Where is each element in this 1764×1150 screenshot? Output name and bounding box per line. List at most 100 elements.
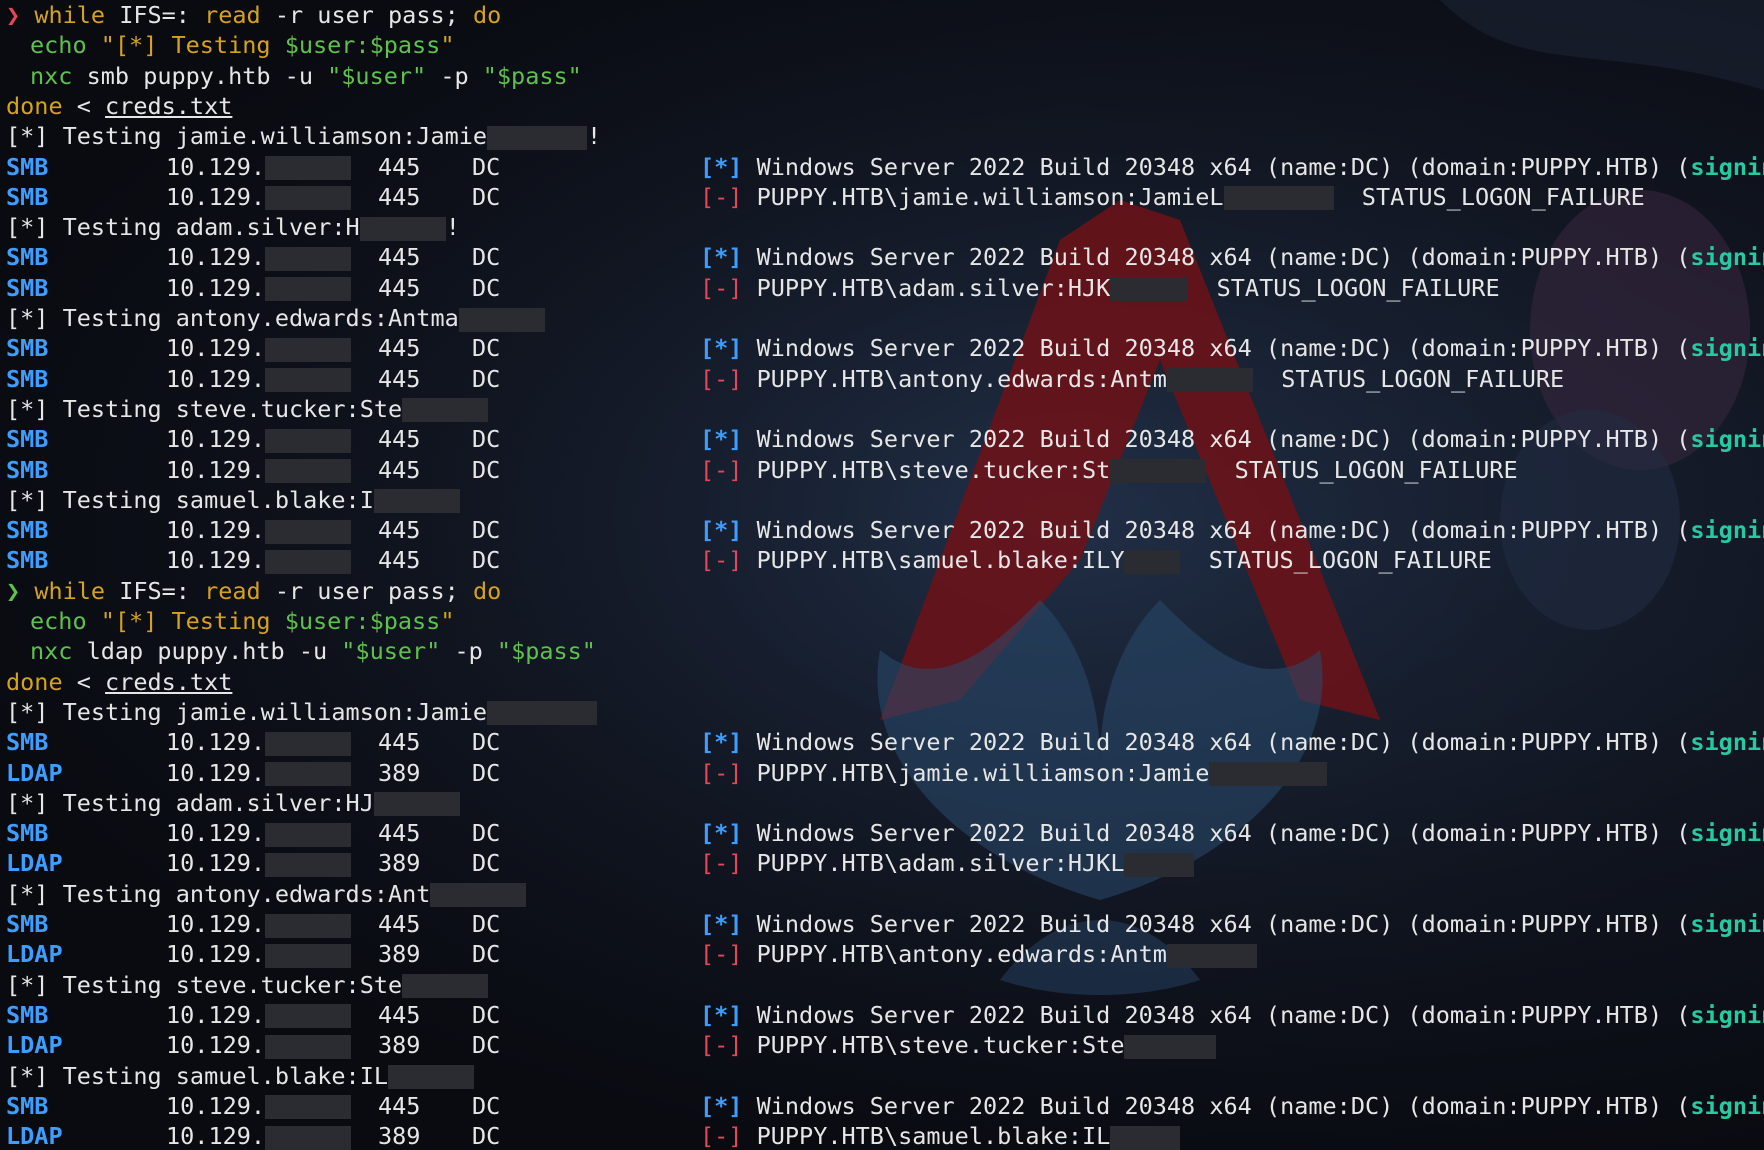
column: 445 — [378, 182, 420, 212]
terminal-line: [*] Testing samuel.blake:I — [0, 485, 1764, 515]
failed-credential: PUPPY.HTB\adam.silver:HJKL — [756, 849, 1125, 878]
redacted-block — [265, 246, 352, 271]
column: 445 — [378, 515, 420, 545]
column: done < creds.txt — [6, 91, 232, 121]
ip-address: 10.129. — [166, 334, 266, 363]
protocol-tag: SMB — [6, 182, 49, 211]
column: SMB — [6, 1000, 48, 1030]
ip-address: 10.129. — [166, 152, 266, 181]
terminal-line: [*] Testing jamie.williamson:Jamie! — [0, 121, 1764, 151]
column: [-] PUPPY.HTB\antony.edwards:Antm — [700, 939, 1257, 969]
column: DC — [472, 242, 500, 272]
column: 10.129. — [166, 273, 352, 303]
column: [-] PUPPY.HTB\adam.silver:HJK STATUS_LOG… — [700, 273, 1500, 303]
terminal-line: nxc ldap puppy.htb -u "$user" -p "$pass" — [0, 636, 1764, 666]
command-args: smb puppy.htb -u — [72, 61, 328, 90]
column: [-] PUPPY.HTB\steve.tucker:Ste — [700, 1030, 1217, 1060]
variable: "$pass" — [496, 637, 596, 666]
column: done < creds.txt — [6, 667, 232, 697]
variable: $user:$pass — [284, 607, 441, 635]
testing-label: [*] Testing — [6, 122, 176, 151]
ip-address: 10.129. — [166, 273, 266, 302]
command-text: -r user pass; — [260, 1, 473, 29]
testing-label: [*] Testing — [6, 788, 176, 817]
column: 10.129. — [166, 364, 352, 394]
terminal-line: SMB 10.129. 445 DC [*] Windows Server 2022 B… — [0, 727, 1764, 757]
column: [-] PUPPY.HTB\adam.silver:HJKL — [700, 848, 1195, 878]
signing-info: signing:Tr — [1690, 910, 1764, 938]
terminal-line: SMB 10.129. 445 DC [*] Windows Server 2022 B… — [0, 909, 1764, 939]
column: DC — [472, 182, 500, 212]
server-info: Windows Server 2022 Build 20348 x64 (nam… — [742, 728, 1691, 757]
column: SMB — [6, 182, 48, 212]
column: [*] Testing adam.silver:H! — [6, 212, 460, 242]
column: DC — [472, 727, 500, 757]
failed-credential: PUPPY.HTB\jamie.williamson:JamieL — [756, 182, 1224, 211]
terminal-line: echo "[*] Testing $user:$pass" — [0, 606, 1764, 636]
column: 445 — [378, 364, 420, 394]
column: 10.129. — [166, 333, 352, 363]
port: 445 — [378, 152, 421, 181]
hostname: DC — [472, 728, 501, 757]
redacted-block — [1166, 368, 1253, 393]
column: SMB — [6, 727, 48, 757]
protocol-tag: SMB — [6, 455, 49, 484]
fail-tag: [-] — [700, 1031, 743, 1060]
hostname: DC — [472, 1000, 501, 1029]
column: ❯ while IFS=: read -r user pass; do — [6, 576, 501, 606]
status-logon-failure: STATUS_LOGON_FAILURE — [1216, 273, 1500, 302]
credential-pair: jamie.williamson:Jamie — [175, 122, 488, 151]
column: SMB — [6, 545, 48, 575]
file-link-creds[interactable]: creds.txt — [105, 92, 232, 120]
port: 389 — [378, 849, 421, 878]
terminal-line: SMB 10.129. 445 DC [*] Windows Server 2022 B… — [0, 515, 1764, 545]
column: SMB — [6, 818, 48, 848]
column: [*] Testing adam.silver:HJ — [6, 788, 460, 818]
column: DC — [472, 1121, 500, 1150]
credential-pair: steve.tucker:Ste — [175, 394, 403, 423]
column: nxc ldap puppy.htb -u "$user" -p "$pass" — [30, 636, 596, 666]
column: [*] Testing jamie.williamson:Jamie! — [6, 121, 601, 151]
failed-credential: PUPPY.HTB\antony.edwards:Antm — [756, 364, 1167, 393]
protocol-tag: LDAP — [6, 1031, 63, 1060]
redacted-block — [265, 1004, 352, 1029]
column: SMB — [6, 1091, 48, 1121]
column: DC — [472, 545, 500, 575]
terminal-line: SMB 10.129. 445 DC [*] Windows Server 2022 B… — [0, 242, 1764, 272]
ip-address: 10.129. — [166, 546, 266, 575]
server-info: Windows Server 2022 Build 20348 x64 (nam… — [742, 819, 1691, 848]
column: 389 — [378, 848, 420, 878]
protocol-tag: LDAP — [6, 940, 63, 969]
hostname: DC — [472, 1122, 501, 1150]
keyword-while: while — [34, 576, 106, 605]
testing-label: [*] Testing — [6, 697, 176, 726]
ip-address: 10.129. — [166, 182, 266, 211]
port: 445 — [378, 1000, 421, 1029]
redacted-block — [458, 307, 545, 332]
server-info: Windows Server 2022 Build 20348 x64 (nam… — [742, 1000, 1691, 1029]
hostname: DC — [472, 819, 501, 848]
hostname: DC — [472, 455, 501, 484]
column: DC — [472, 364, 500, 394]
server-info: Windows Server 2022 Build 20348 x64 (nam… — [742, 152, 1691, 181]
testing-label: [*] Testing — [6, 970, 176, 999]
column: 445 — [378, 333, 420, 363]
column: 10.129. — [166, 455, 352, 485]
credential-pair: adam.silver:HJ — [175, 788, 374, 817]
redacted-block — [1110, 277, 1189, 302]
command-nxc: nxc — [30, 61, 73, 90]
terminal-line: [*] Testing antony.edwards:Antma — [0, 303, 1764, 333]
column: SMB — [6, 242, 48, 272]
command-args: -p — [440, 637, 497, 666]
file-link-creds[interactable]: creds.txt — [105, 668, 232, 696]
port: 445 — [378, 819, 421, 848]
protocol-tag: LDAP — [6, 1122, 63, 1150]
ip-address: 10.129. — [166, 758, 266, 787]
redacted-block — [1209, 762, 1328, 786]
column: 389 — [378, 758, 420, 788]
protocol-tag: SMB — [6, 819, 49, 848]
status-logon-failure: STATUS_LOGON_FAILURE — [1361, 182, 1645, 211]
terminal-window[interactable]: ❯ while IFS=: read -r user pass; do echo … — [0, 0, 1764, 1150]
testing-label: [*] Testing — [6, 304, 176, 332]
terminal-line: LDAP 10.129. 389 DC [-] PUPPY.HTB\antony.edw… — [0, 939, 1764, 969]
